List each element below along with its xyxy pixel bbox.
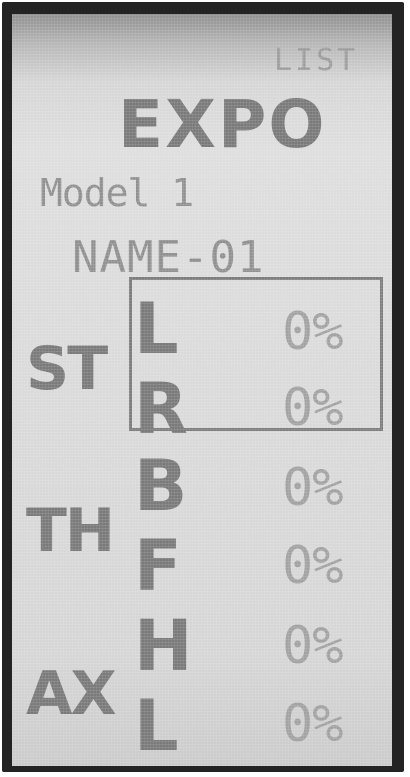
channel-letter-ax-high: H [134,605,193,687]
expo-value-ax-low[interactable]: 0% [282,698,344,750]
lcd-screen: LIST EXPO Model 1 NAME-01 ST L 0% R 0% T… [12,14,392,766]
group-label-st: ST [26,334,108,404]
expo-value-st-left[interactable]: 0% [282,306,344,358]
expo-value-th-brake[interactable]: 0% [282,462,344,514]
model-name: NAME-01 [72,232,265,283]
channel-letter-ax-low: L [134,685,179,766]
device-bezel: LIST EXPO Model 1 NAME-01 ST L 0% R 0% T… [2,2,404,772]
channel-letter-th-brake: B [134,445,188,527]
channel-letter-st-right: R [134,368,188,450]
expo-value-th-forward[interactable]: 0% [282,540,344,592]
expo-value-ax-high[interactable]: 0% [282,620,344,672]
group-label-th: TH [26,496,115,566]
group-label-ax: AX [26,659,117,729]
screen-title: EXPO [118,86,327,163]
expo-value-st-right[interactable]: 0% [282,382,344,434]
channel-letter-th-forward: F [134,525,182,607]
list-button[interactable]: LIST [274,46,358,76]
model-label: Model 1 [40,171,194,215]
channel-letter-st-left: L [134,288,179,370]
